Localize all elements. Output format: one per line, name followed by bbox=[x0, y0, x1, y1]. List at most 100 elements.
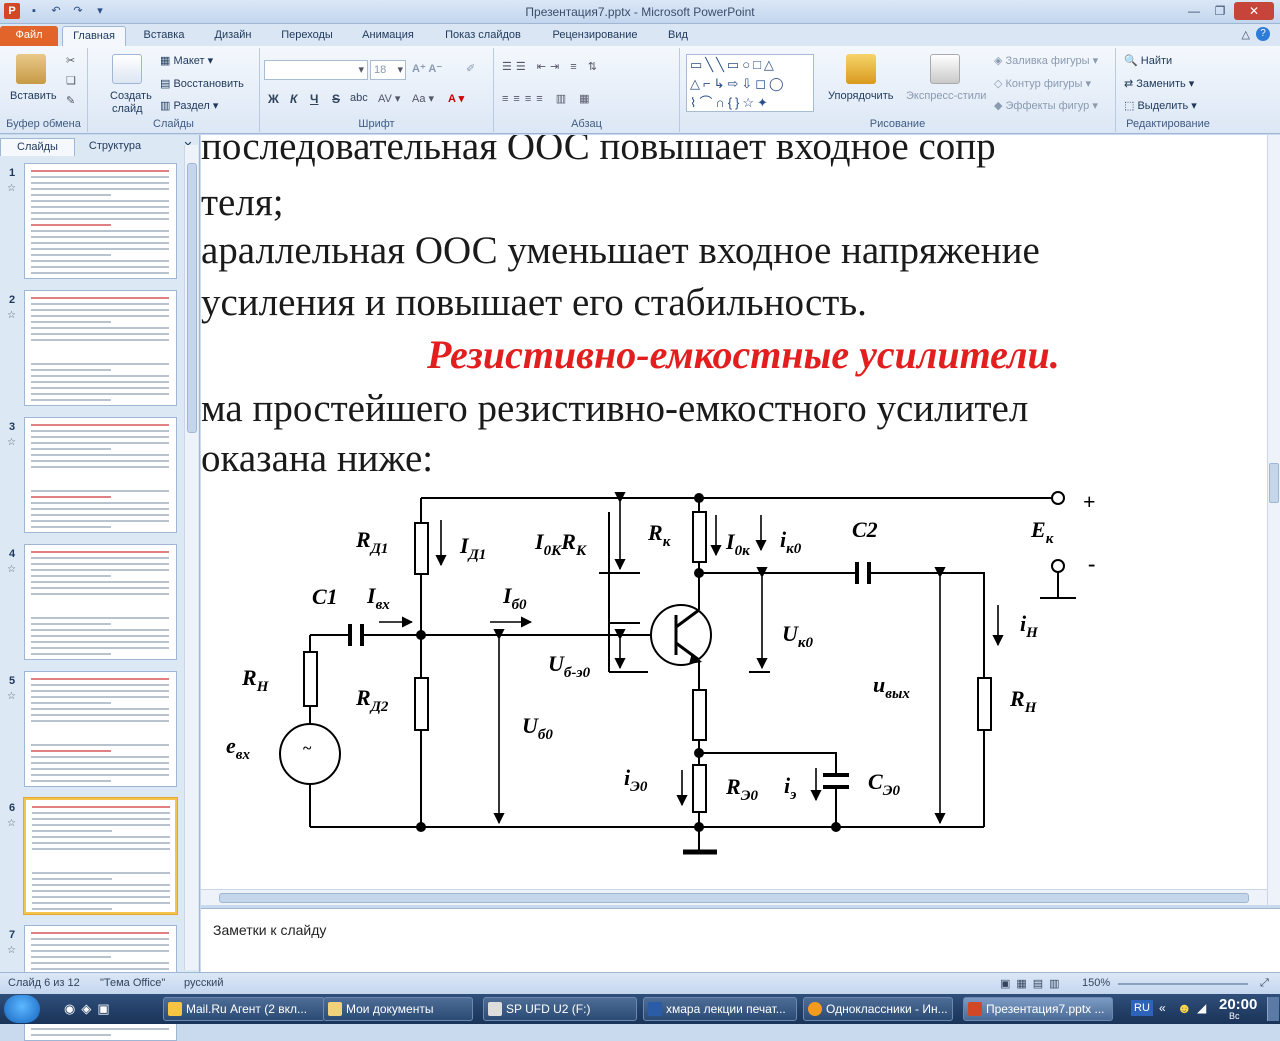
start-button[interactable] bbox=[4, 995, 40, 1023]
transistor-symbol[interactable] bbox=[650, 604, 712, 666]
tab-slideshow[interactable]: Показ слайдов bbox=[435, 26, 531, 46]
new-slide-button-line2[interactable]: слайд bbox=[112, 103, 143, 115]
underline-button[interactable]: Ч bbox=[310, 92, 318, 106]
resistor-re0[interactable] bbox=[692, 764, 707, 813]
align-buttons-icon[interactable]: ≡≡≡≡ ▥ ▦ bbox=[502, 92, 595, 105]
notes-placeholder[interactable]: Заметки к слайду bbox=[213, 922, 326, 938]
scroll-thumb[interactable] bbox=[1269, 463, 1279, 503]
text-shadow-button[interactable]: abc bbox=[350, 92, 368, 104]
font-name-combo[interactable]: ▾ bbox=[264, 60, 368, 80]
language-tray[interactable]: RU bbox=[1131, 1000, 1153, 1016]
scroll-thumb[interactable] bbox=[219, 893, 1249, 903]
thumbnail-text-line bbox=[31, 756, 169, 758]
tab-home[interactable]: Главная bbox=[62, 26, 126, 46]
theme-name[interactable]: "Тема Office" bbox=[100, 977, 165, 989]
resistor-rh-left[interactable] bbox=[303, 651, 318, 707]
quick-styles-button[interactable]: Экспресс-стили bbox=[906, 90, 986, 102]
tab-animation[interactable]: Анимация bbox=[352, 26, 424, 46]
resistor-re-top[interactable] bbox=[692, 689, 707, 741]
resistor-rd2[interactable] bbox=[414, 677, 429, 731]
change-case-icon[interactable]: Aa ▾ bbox=[412, 92, 434, 105]
shapes-gallery[interactable]: ▭╲╲▭○□△ △⌐↳⇨⇩◻◯ ⌇⌒∩{}☆✦ bbox=[686, 54, 814, 112]
bold-button[interactable]: Ж bbox=[268, 92, 279, 106]
slide-thumbnail[interactable] bbox=[24, 290, 177, 406]
character-spacing-icon[interactable]: AV ▾ bbox=[378, 92, 400, 105]
close-icon[interactable]: ✕ bbox=[1234, 2, 1274, 20]
notes-pane[interactable]: Заметки к слайду bbox=[201, 908, 1280, 972]
minimize-ribbon-icon[interactable]: △ bbox=[1242, 28, 1250, 41]
paste-icon[interactable] bbox=[16, 54, 46, 84]
font-size-combo[interactable]: 18 ▾ bbox=[370, 60, 406, 80]
tab-view[interactable]: Вид bbox=[660, 26, 696, 46]
tab-slides[interactable]: Слайды bbox=[0, 138, 75, 156]
language-indicator[interactable]: русский bbox=[184, 977, 223, 989]
shape-fill-button[interactable]: ◈ Заливка фигуры ▾ bbox=[994, 54, 1098, 67]
format-painter-icon[interactable]: ✎ bbox=[66, 94, 75, 107]
rc-amplifier-circuit-diagram[interactable]: RД1 IД1 I0КRК Rк I0к iк0 C2 Eк + - C1 Iв… bbox=[201, 135, 1267, 889]
volume-icon[interactable]: ◢ bbox=[1197, 1001, 1206, 1015]
terminal-plus[interactable] bbox=[1051, 491, 1065, 505]
slide-horizontal-scrollbar[interactable] bbox=[201, 889, 1267, 905]
slide-thumbnail[interactable] bbox=[24, 163, 177, 279]
replace-button[interactable]: ⇄ Заменить ▾ bbox=[1124, 77, 1194, 90]
taskbar-item-my-documents[interactable]: Мои документы bbox=[323, 997, 473, 1021]
clear-formatting-icon[interactable]: ✐ bbox=[466, 62, 475, 75]
quick-launch-icons[interactable]: ◉◈▣ bbox=[64, 1001, 116, 1017]
new-slide-button-line1[interactable]: Создать bbox=[110, 90, 152, 102]
help-icon[interactable]: ? bbox=[1256, 27, 1270, 41]
select-button[interactable]: ⬚ Выделить ▾ bbox=[1124, 99, 1197, 112]
label-rh-left: RН bbox=[241, 665, 270, 695]
terminal-minus[interactable] bbox=[1051, 559, 1065, 573]
resistor-rd1[interactable] bbox=[414, 522, 429, 575]
shape-effects-button[interactable]: ◆ Эффекты фигур ▾ bbox=[994, 99, 1098, 112]
new-slide-icon[interactable] bbox=[112, 54, 142, 84]
section-button[interactable]: ▥ Раздел ▾ bbox=[160, 99, 218, 112]
tab-file[interactable]: Файл bbox=[0, 26, 58, 46]
grow-font-icon[interactable]: A⁺ A⁻ bbox=[412, 62, 442, 75]
zoom-slider[interactable] bbox=[1118, 983, 1248, 985]
font-color-icon[interactable]: A ▾ bbox=[448, 92, 464, 105]
shape-outline-button[interactable]: ◇ Контур фигуры ▾ bbox=[994, 77, 1091, 90]
arrange-button[interactable]: Упорядочить bbox=[828, 90, 893, 102]
slide-thumbnail[interactable] bbox=[24, 544, 177, 660]
taskbar-item-usb-drive[interactable]: SP UFD U2 (F:) bbox=[483, 997, 637, 1021]
cut-icon[interactable]: ✂ bbox=[66, 54, 75, 67]
fit-to-window-icon[interactable]: ⤢ bbox=[1260, 977, 1269, 990]
taskbar-item-powerpoint[interactable]: Презентация7.pptx ... bbox=[963, 997, 1113, 1021]
reset-button[interactable]: ▤ Восстановить bbox=[160, 77, 244, 90]
paste-button[interactable]: Вставить bbox=[10, 90, 57, 102]
tray-arrow-icon[interactable]: « bbox=[1159, 1001, 1166, 1015]
maximize-icon[interactable]: ❐ bbox=[1208, 2, 1232, 20]
arrange-icon[interactable] bbox=[846, 54, 876, 84]
show-desktop-button[interactable] bbox=[1267, 997, 1279, 1021]
resistor-rk[interactable] bbox=[692, 511, 707, 563]
layout-button[interactable]: ▦ Макет ▾ bbox=[160, 54, 213, 67]
tab-review[interactable]: Рецензирование bbox=[541, 26, 649, 46]
zoom-level[interactable]: 150% bbox=[1082, 977, 1110, 989]
tab-insert[interactable]: Вставка bbox=[134, 26, 194, 46]
tab-transitions[interactable]: Переходы bbox=[272, 26, 342, 46]
find-button[interactable]: 🔍 Найти bbox=[1124, 54, 1172, 67]
tab-design[interactable]: Дизайн bbox=[203, 26, 263, 46]
slide-thumbnail[interactable] bbox=[24, 417, 177, 533]
taskbar-item-mailru[interactable]: Mail.Ru Агент (2 вкл... bbox=[163, 997, 325, 1021]
copy-icon[interactable]: ❏ bbox=[66, 74, 76, 87]
messenger-icon[interactable]: ☻ bbox=[1177, 1000, 1192, 1016]
slide-thumbnail[interactable] bbox=[24, 671, 177, 787]
view-buttons-icon[interactable]: ▣▦▤▥ bbox=[1000, 977, 1066, 990]
minimize-icon[interactable]: — bbox=[1182, 2, 1206, 20]
slide-canvas[interactable]: последовательная ООС повышает входное со… bbox=[201, 135, 1267, 889]
taskbar-label: Мои документы bbox=[346, 1002, 434, 1016]
tab-outline[interactable]: Структура bbox=[80, 138, 150, 156]
italic-button[interactable]: К bbox=[290, 92, 297, 106]
slide-vertical-scrollbar[interactable] bbox=[1267, 135, 1280, 905]
slide-thumbnail[interactable] bbox=[24, 798, 177, 914]
taskbar-item-word-document[interactable]: хмара лекции печат... bbox=[643, 997, 797, 1021]
resistor-rh-right[interactable] bbox=[977, 677, 992, 731]
slides-pane-scrollbar[interactable] bbox=[184, 145, 198, 970]
taskbar-item-browser[interactable]: Одноклассники - Ин... bbox=[803, 997, 953, 1021]
scroll-thumb[interactable] bbox=[187, 163, 197, 433]
list-buttons-icon[interactable]: ☰☰ ⇤⇥ ≡ ⇅ bbox=[502, 60, 601, 73]
quick-styles-icon[interactable] bbox=[930, 54, 960, 84]
strikethrough-button[interactable]: S bbox=[332, 92, 340, 106]
